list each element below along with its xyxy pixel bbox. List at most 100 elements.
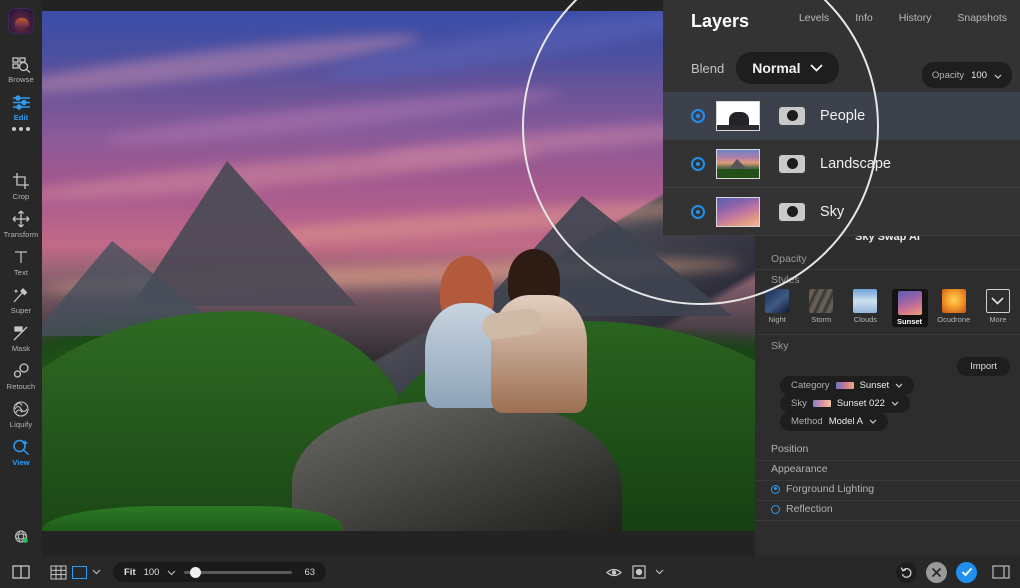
chevron-down-icon[interactable]	[92, 569, 101, 575]
sidebar-item-label: View	[12, 458, 29, 467]
sidebar-item-liquify[interactable]: Liquify	[0, 395, 42, 433]
sidebar-item-label: Retouch	[7, 382, 36, 391]
canvas-area[interactable]	[42, 0, 755, 556]
sidebar-item-label: Super	[11, 306, 32, 315]
sidebar-item-view[interactable]: View	[0, 433, 42, 471]
style-sunset[interactable]: Sunset	[892, 289, 928, 327]
cancel-icon[interactable]	[926, 562, 947, 583]
accordion-reflection[interactable]: Reflection	[755, 498, 1020, 521]
sidebar-item-crop[interactable]: Crop	[0, 167, 42, 205]
layer-mask-icon[interactable]	[779, 107, 805, 125]
style-label: Ocudrone	[936, 315, 972, 324]
ocudrone-style-thumb	[942, 289, 966, 313]
layer-mask-icon[interactable]	[779, 155, 805, 173]
style-clouds[interactable]: Clouds	[847, 289, 883, 324]
method-label: Method	[791, 416, 823, 427]
chevron-down-icon	[891, 398, 899, 409]
opacity-select[interactable]: Opacity 100	[922, 62, 1012, 88]
grid-icon[interactable]	[50, 565, 67, 580]
style-night[interactable]: Night	[759, 289, 795, 324]
color-sphere-icon[interactable]	[11, 528, 31, 553]
tab-history[interactable]: History	[886, 10, 945, 26]
rail-group-tools: Crop Transform Text	[0, 167, 42, 471]
mask-brush-icon	[11, 324, 31, 342]
radio-selected-icon[interactable]	[771, 485, 780, 494]
blend-mode-value: Normal	[752, 60, 800, 76]
method-value: Model A	[829, 416, 863, 427]
panel-toggle-icon[interactable]	[992, 565, 1010, 579]
mask-preview-icon[interactable]	[632, 565, 646, 579]
compare-split-icon[interactable]	[12, 565, 30, 579]
sidebar-item-browse[interactable]: Browse	[0, 50, 42, 88]
style-more[interactable]: More	[980, 289, 1016, 324]
zoom-control[interactable]: Fit 100 63	[113, 562, 326, 582]
panel-tab-bar: Levels Info History Snapshots	[786, 10, 1020, 26]
sky-preset-value: Sunset 022	[837, 398, 885, 409]
layer-mask-icon[interactable]	[779, 203, 805, 221]
table-row[interactable]: People	[663, 92, 1020, 140]
sky-thumb[interactable]	[716, 197, 760, 227]
sidebar-item-super[interactable]: Super	[0, 281, 42, 319]
fit-label[interactable]: Fit	[124, 567, 136, 578]
category-dropdown[interactable]: Category Sunset	[780, 376, 914, 395]
more-dots-icon[interactable]	[12, 127, 30, 131]
opacity-section-header[interactable]: Opacity	[755, 249, 1020, 270]
zoom-value: 100	[144, 567, 160, 578]
sidebar-item-mask[interactable]: Mask	[0, 319, 42, 357]
rail-group-top: Browse Edit	[0, 50, 42, 135]
styles-section-header[interactable]: Styles	[755, 270, 1020, 290]
sky-preset-swatch	[813, 400, 831, 407]
square-selection-icon[interactable]	[72, 566, 87, 579]
blend-mode-row: Blend Normal	[691, 52, 839, 84]
blend-mode-select[interactable]: Normal	[736, 52, 839, 84]
style-storm[interactable]: Storm	[803, 289, 839, 324]
browse-icon	[11, 55, 31, 73]
more-chevron-icon	[986, 289, 1010, 313]
method-dropdown[interactable]: Method Model A	[780, 412, 888, 431]
eye-icon[interactable]	[606, 567, 622, 578]
style-ocudrone[interactable]: Ocudrone	[936, 289, 972, 324]
sidebar-item-label: Mask	[12, 344, 30, 353]
table-row[interactable]: Sky	[663, 188, 1020, 236]
sky-preset-dropdown[interactable]: Sky Sunset 022	[780, 394, 910, 413]
tab-levels[interactable]: Levels	[786, 10, 842, 26]
layer-visibility-toggle[interactable]	[691, 205, 705, 219]
blend-label: Blend	[691, 61, 724, 76]
layer-visibility-toggle[interactable]	[691, 157, 705, 171]
people-thumb[interactable]	[716, 101, 760, 131]
sky-preset-label: Sky	[791, 398, 807, 409]
zoom-slider-value: 63	[304, 567, 315, 578]
accordion-label: Position	[771, 443, 808, 455]
sidebar-item-transform[interactable]: Transform	[0, 205, 42, 243]
magnifier-icon	[11, 438, 31, 456]
crop-icon	[11, 172, 31, 190]
storm-style-thumb	[809, 289, 833, 313]
style-label: More	[980, 315, 1016, 324]
landscape-thumb[interactable]	[716, 149, 760, 179]
style-label: Night	[759, 315, 795, 324]
zoom-slider[interactable]	[184, 571, 292, 574]
chevron-down-icon[interactable]	[167, 563, 176, 581]
style-label: Clouds	[847, 315, 883, 324]
sidebar-item-edit[interactable]: Edit	[0, 88, 42, 135]
zoom-slider-knob[interactable]	[190, 567, 201, 578]
clouds-style-thumb	[853, 289, 877, 313]
undo-icon[interactable]	[896, 562, 917, 583]
sidebar-item-retouch[interactable]: Retouch	[0, 357, 42, 395]
chevron-down-icon[interactable]	[655, 569, 664, 575]
layer-name: Sky	[820, 204, 844, 220]
sky-section-header[interactable]: Sky	[755, 336, 1020, 356]
action-buttons	[896, 562, 1020, 583]
apply-check-icon[interactable]	[956, 562, 977, 583]
tab-snapshots[interactable]: Snapshots	[944, 10, 1020, 26]
sidebar-item-text[interactable]: Text	[0, 243, 42, 281]
photo-image[interactable]	[42, 11, 755, 531]
radio-unselected-icon[interactable]	[771, 505, 780, 514]
accordion-label: Reflection	[786, 503, 833, 515]
layer-visibility-toggle[interactable]	[691, 109, 705, 123]
table-row[interactable]: Landscape	[663, 140, 1020, 188]
app-logo-icon[interactable]	[8, 8, 34, 34]
import-button[interactable]: Import	[957, 357, 1010, 376]
tab-info[interactable]: Info	[842, 10, 886, 26]
opacity-value: 100	[971, 70, 987, 81]
